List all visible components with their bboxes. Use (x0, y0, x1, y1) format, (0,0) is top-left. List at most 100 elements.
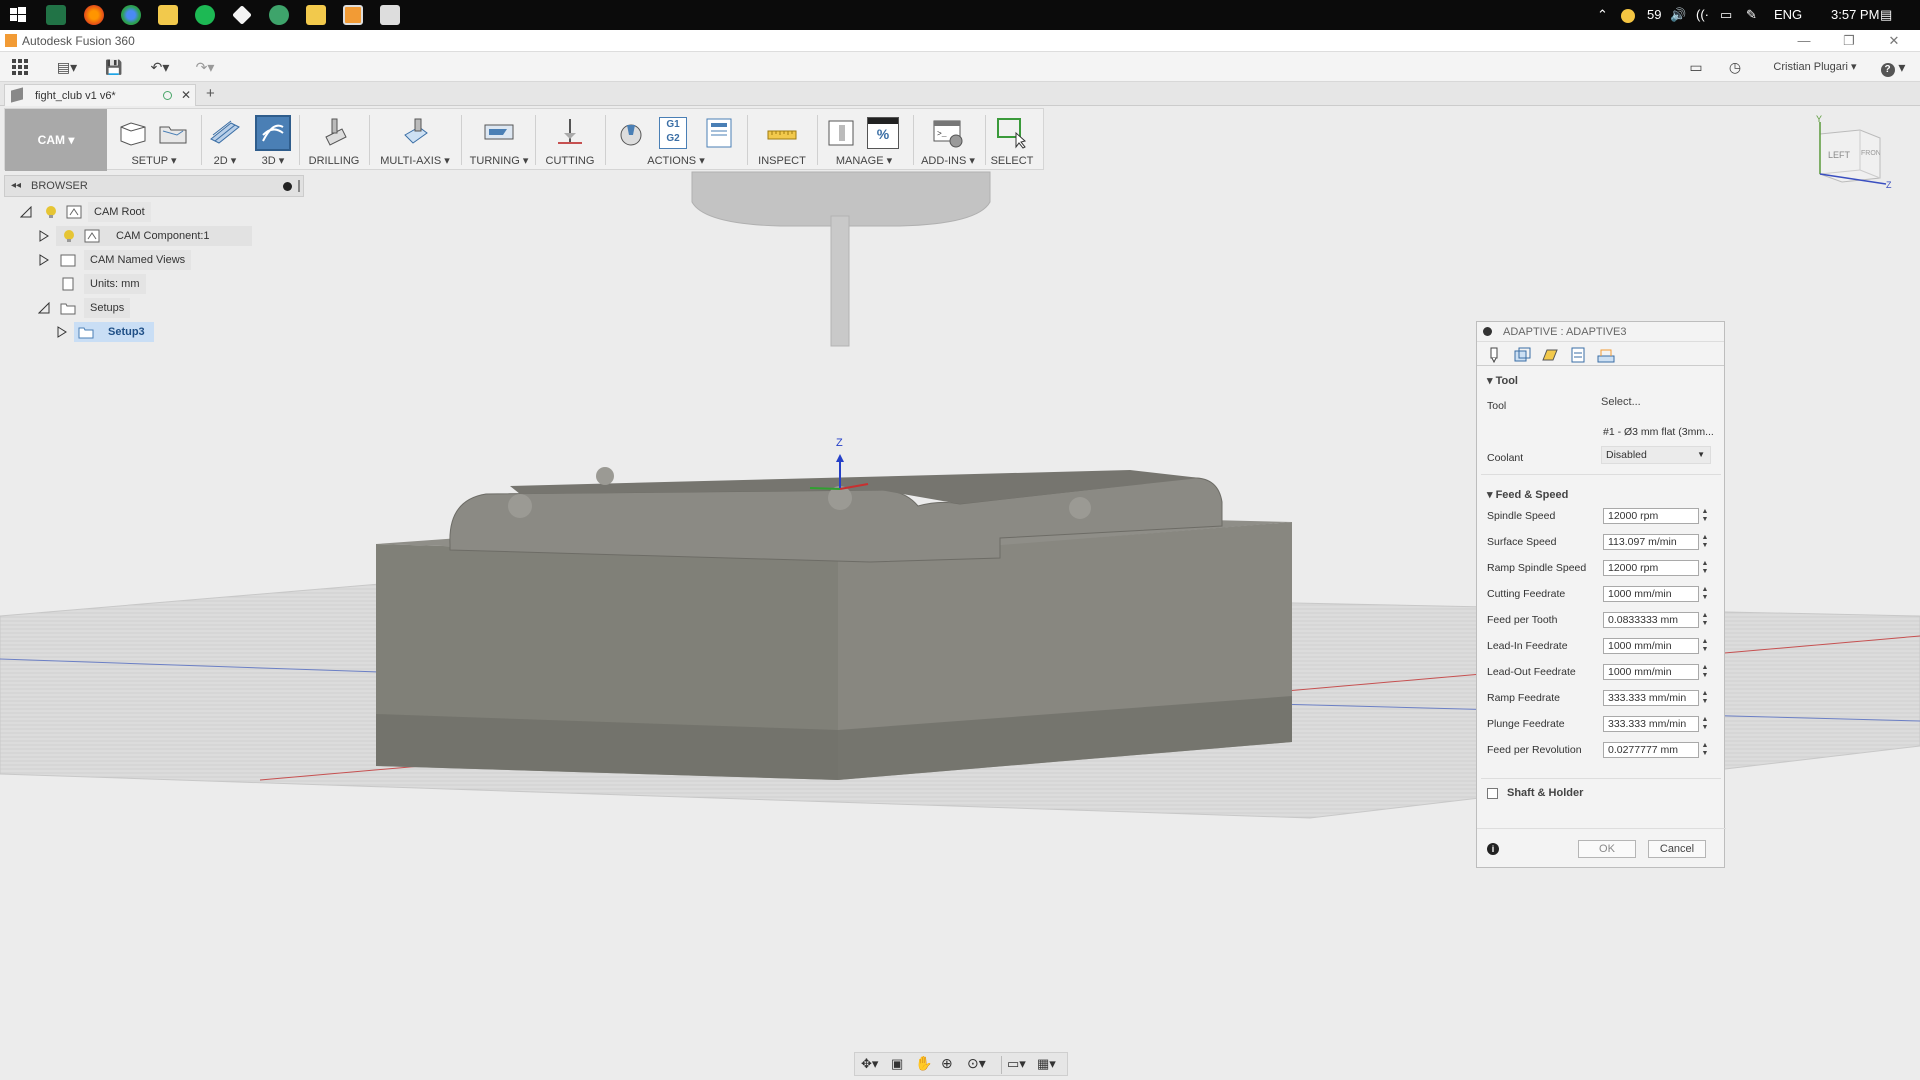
windows-start-icon[interactable] (8, 5, 28, 25)
restore-button[interactable]: ❐ (1840, 32, 1858, 50)
grid-settings-icon[interactable]: ▦▾ (1037, 1056, 1056, 1072)
tree-node-cam-root[interactable]: CAM Root (20, 202, 280, 222)
linking-tab-icon[interactable] (1595, 346, 1617, 364)
tool-tab-icon[interactable] (1483, 346, 1505, 364)
dialog-header[interactable]: ADAPTIVE : ADAPTIVE3 (1477, 322, 1724, 342)
template-library-icon[interactable]: % (867, 117, 899, 149)
battery-icon[interactable]: ▭ (1720, 0, 1732, 30)
tray-chevron-icon[interactable]: ⌃ (1597, 0, 1608, 30)
redo-icon[interactable]: ↷▾ (190, 58, 220, 76)
close-tab-icon[interactable]: ✕ (181, 88, 191, 102)
feed-speed-section-header[interactable]: ▾ Feed & Speed (1487, 488, 1568, 501)
git-taskbar-icon[interactable] (232, 5, 252, 25)
field-input[interactable]: 0.0833333 mm (1603, 612, 1699, 628)
data-panel-grid-icon[interactable] (10, 58, 30, 76)
drilling-icon[interactable] (318, 117, 350, 149)
ok-button[interactable]: OK (1578, 840, 1636, 858)
collapse-browser-icon[interactable]: ◂◂ (11, 180, 21, 191)
expanded-triangle-icon[interactable] (38, 302, 50, 314)
ribbon-group-2d[interactable]: 2D ▾ (203, 109, 247, 171)
stepper-arrows-icon[interactable]: ▲ ▼ (1701, 690, 1709, 706)
job-status-icon[interactable]: ▭ (1686, 58, 1706, 76)
ribbon-group-multi-axis[interactable]: MULTI-AXIS ▾ (375, 109, 455, 171)
info-icon[interactable]: i (1487, 843, 1499, 855)
browser-panel-header[interactable]: ◂◂ BROWSER (4, 175, 304, 197)
pen-icon[interactable]: ✎ (1746, 0, 1757, 30)
visibility-bulb-icon[interactable] (62, 229, 76, 243)
tree-node-setups[interactable]: Setups (38, 298, 298, 318)
document-tab[interactable]: fight_club v1 v6* ✕ (4, 84, 196, 106)
coolant-select[interactable]: Disabled ▼ (1601, 446, 1711, 464)
field-input[interactable]: 113.097 m/min (1603, 534, 1699, 550)
tool-library-icon[interactable] (825, 117, 857, 149)
file-menu-icon[interactable]: ▤▾ (52, 58, 82, 76)
field-input[interactable]: 1000 mm/min (1603, 638, 1699, 654)
select-cursor-icon[interactable] (996, 117, 1028, 149)
ribbon-group-3d[interactable]: 3D ▾ (251, 109, 295, 171)
stepper-arrows-icon[interactable]: ▲ ▼ (1701, 560, 1709, 576)
look-at-icon[interactable]: ▣ (891, 1056, 903, 1072)
passes-tab-icon[interactable] (1567, 346, 1589, 364)
collapsed-triangle-icon[interactable] (38, 230, 50, 242)
tree-node-setup3[interactable]: Setup3 (56, 322, 316, 342)
language-indicator[interactable]: ENG (1774, 0, 1802, 30)
setup-sheet-icon[interactable] (703, 117, 735, 149)
field-input[interactable]: 333.333 mm/min (1603, 716, 1699, 732)
fusion360-taskbar-icon[interactable] (343, 5, 363, 25)
browser-resize-handle[interactable] (298, 180, 300, 192)
stepper-arrows-icon[interactable]: ▲ ▼ (1701, 534, 1709, 550)
user-menu[interactable]: Cristian Plugari ▾ (1770, 58, 1860, 76)
zoom-icon[interactable]: ⊕ (941, 1055, 953, 1072)
view-cube[interactable]: Y Z LEFT FRONT (1810, 114, 1895, 190)
ribbon-group-manage[interactable]: % MANAGE ▾ (819, 109, 909, 171)
workspace-switcher[interactable]: CAM ▾ (5, 109, 107, 171)
stepper-arrows-icon[interactable]: ▲ ▼ (1701, 664, 1709, 680)
tool-select-button[interactable]: Select... (1601, 394, 1649, 412)
multi-axis-icon[interactable] (399, 117, 431, 149)
chrome-taskbar-icon[interactable] (121, 5, 141, 25)
stepper-arrows-icon[interactable]: ▲ ▼ (1701, 612, 1709, 628)
display-settings-icon[interactable]: ▭▾ (1007, 1056, 1026, 1072)
cancel-button[interactable]: Cancel (1648, 840, 1706, 858)
visibility-bulb-icon[interactable] (44, 205, 58, 219)
tool-section-header[interactable]: ▾ Tool (1487, 374, 1518, 387)
pushbullet-taskbar-icon[interactable] (269, 5, 289, 25)
ribbon-group-drilling[interactable]: DRILLING (303, 109, 365, 171)
tree-node-named-views[interactable]: CAM Named Views (38, 250, 298, 270)
calculator-taskbar-icon[interactable] (380, 5, 400, 25)
stepper-arrows-icon[interactable]: ▲ ▼ (1701, 638, 1709, 654)
tree-node-cam-component[interactable]: CAM Component:1 (38, 226, 298, 246)
new-setup-icon[interactable] (117, 117, 149, 149)
field-input[interactable]: 333.333 mm/min (1603, 690, 1699, 706)
ribbon-group-inspect[interactable]: INSPECT (751, 109, 813, 171)
ribbon-group-turning[interactable]: TURNING ▾ (467, 109, 531, 171)
view-cube-left-face[interactable]: LEFT (1828, 150, 1850, 160)
history-clock-icon[interactable]: ◷ (1725, 58, 1745, 76)
field-input[interactable]: 1000 mm/min (1603, 664, 1699, 680)
pan-hand-icon[interactable]: ✋ (915, 1055, 932, 1072)
2d-pocket-icon[interactable] (209, 117, 241, 149)
cutting-icon[interactable] (554, 117, 586, 149)
folder-taskbar-icon[interactable] (306, 5, 326, 25)
dialog-collapse-icon[interactable] (1483, 327, 1492, 336)
stepper-arrows-icon[interactable]: ▲ ▼ (1701, 508, 1709, 524)
close-window-button[interactable]: ✕ (1885, 32, 1903, 50)
stepper-arrows-icon[interactable]: ▲ ▼ (1701, 586, 1709, 602)
spotify-taskbar-icon[interactable] (195, 5, 215, 25)
expanded-triangle-icon[interactable] (20, 206, 32, 218)
excel-taskbar-icon[interactable] (46, 5, 66, 25)
notifications-icon[interactable]: ▤ (1880, 0, 1892, 30)
measure-ruler-icon[interactable] (766, 117, 798, 149)
file-explorer-taskbar-icon[interactable] (158, 5, 178, 25)
field-input[interactable]: 12000 rpm (1603, 508, 1699, 524)
tree-node-units[interactable]: Units: mm (38, 274, 298, 294)
ribbon-group-actions[interactable]: G1 G2 ACTIONS ▾ (609, 109, 743, 171)
scripts-addins-icon[interactable]: >_ (932, 117, 964, 149)
browser-options-icon[interactable] (283, 182, 292, 191)
shaft-holder-checkbox[interactable] (1487, 788, 1498, 799)
ribbon-group-setup[interactable]: SETUP ▾ (111, 109, 197, 171)
stepper-arrows-icon[interactable]: ▲ ▼ (1701, 742, 1709, 758)
collapsed-triangle-icon[interactable] (38, 254, 50, 266)
field-input[interactable]: 12000 rpm (1603, 560, 1699, 576)
minimize-button[interactable]: — (1795, 32, 1813, 50)
